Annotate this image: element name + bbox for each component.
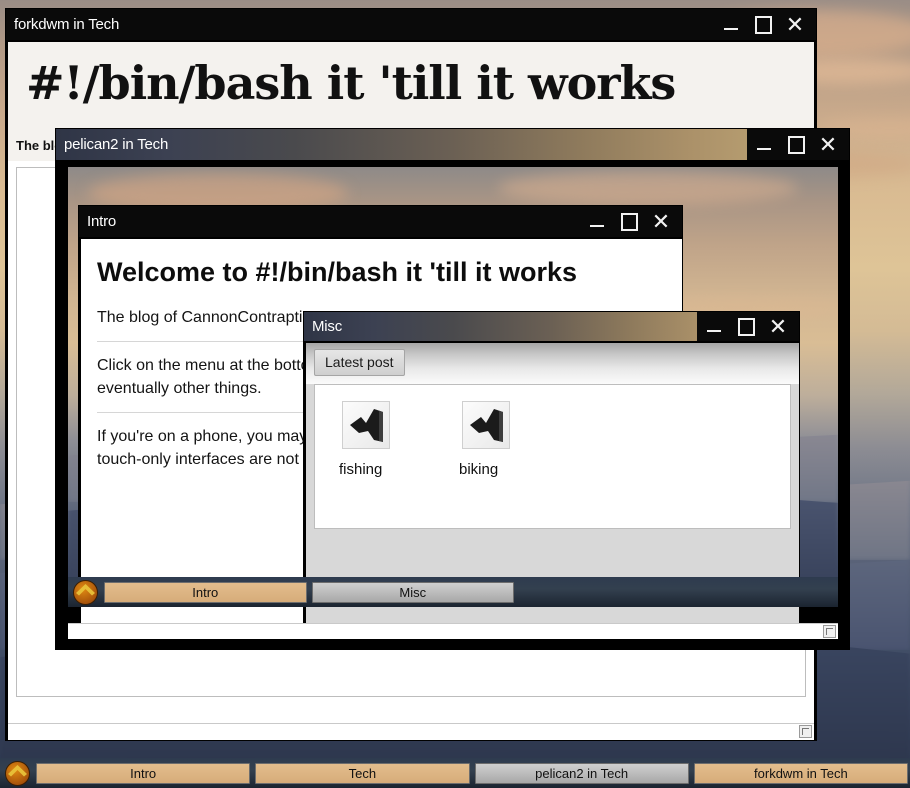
launcher-icon[interactable] (70, 577, 100, 607)
taskbar-button-forkdwm[interactable]: forkdwm in Tech (693, 762, 908, 784)
window-controls-intro: ✕ (580, 206, 682, 237)
maximize-button[interactable] (735, 316, 757, 338)
minimize-button[interactable] (753, 134, 775, 156)
pelican2-taskbar-buttons: Intro Misc (104, 581, 514, 603)
misc-icon-panel: fishing biking (314, 384, 791, 529)
window-title: Intro (87, 213, 117, 230)
pelican2-inner-taskbar: Intro Misc (68, 577, 838, 607)
titlebar-misc[interactable]: Misc ✕ (304, 312, 799, 341)
pelican2-statusbar (68, 623, 838, 639)
blog-heading: #!/bin/bash it 'till it works (26, 56, 676, 110)
window-controls-forkdwm: ✕ (714, 9, 816, 40)
window-title: forkdwm in Tech (14, 16, 120, 33)
close-button[interactable]: ✕ (767, 315, 789, 338)
window-pelican2[interactable]: pelican2 in Tech ✕ Intro ✕ Welcome to #!… (55, 128, 850, 650)
minimize-button[interactable] (703, 316, 725, 338)
blog-banner: #!/bin/bash it 'till it works (8, 42, 814, 130)
taskbar-button-tech[interactable]: Tech (255, 762, 470, 784)
close-button[interactable]: ✕ (650, 210, 672, 233)
taskbar-buttons: Intro Tech pelican2 in Tech forkdwm in T… (36, 762, 908, 784)
maximize-button[interactable] (618, 211, 640, 233)
broken-image-icon (462, 401, 510, 449)
forkdwm-statusbar (8, 723, 814, 740)
titlebar-pelican2[interactable]: pelican2 in Tech ✕ (56, 129, 849, 160)
close-button[interactable]: ✕ (817, 133, 839, 156)
maximize-button[interactable] (785, 134, 807, 156)
misc-toolbar: Latest post (306, 343, 799, 384)
taskbar-button-intro[interactable]: Intro (36, 762, 251, 784)
list-item-label: fishing (339, 461, 383, 478)
resize-grip[interactable] (823, 625, 836, 638)
launcher-icon[interactable] (2, 758, 32, 788)
maximize-button[interactable] (752, 14, 774, 36)
close-button[interactable]: ✕ (784, 13, 806, 36)
broken-image-icon (342, 401, 390, 449)
taskbar: Intro Tech pelican2 in Tech forkdwm in T… (0, 758, 910, 788)
latest-post-button[interactable]: Latest post (314, 349, 405, 376)
list-item[interactable]: biking (457, 401, 519, 478)
titlebar-forkdwm[interactable]: forkdwm in Tech ✕ (6, 9, 816, 40)
pelican2-nested-desktop: Intro ✕ Welcome to #!/bin/bash it 'till … (68, 167, 838, 639)
window-controls-misc: ✕ (697, 312, 799, 341)
list-item-label: biking (459, 461, 499, 478)
article-heading: Welcome to #!/bin/bash it 'till it works (97, 257, 577, 287)
window-title: pelican2 in Tech (64, 136, 169, 153)
window-title: Misc (312, 318, 343, 335)
taskbar-button-pelican2[interactable]: pelican2 in Tech (474, 762, 689, 784)
taskbar-button-misc[interactable]: Misc (311, 581, 514, 603)
minimize-button[interactable] (720, 14, 742, 36)
misc-icon-grid: fishing biking (315, 401, 790, 478)
list-item[interactable]: fishing (337, 401, 399, 478)
titlebar-intro[interactable]: Intro ✕ (79, 206, 682, 237)
minimize-button[interactable] (586, 211, 608, 233)
taskbar-button-intro[interactable]: Intro (104, 581, 307, 603)
window-controls-pelican2: ✕ (747, 129, 849, 160)
resize-grip[interactable] (799, 725, 812, 738)
